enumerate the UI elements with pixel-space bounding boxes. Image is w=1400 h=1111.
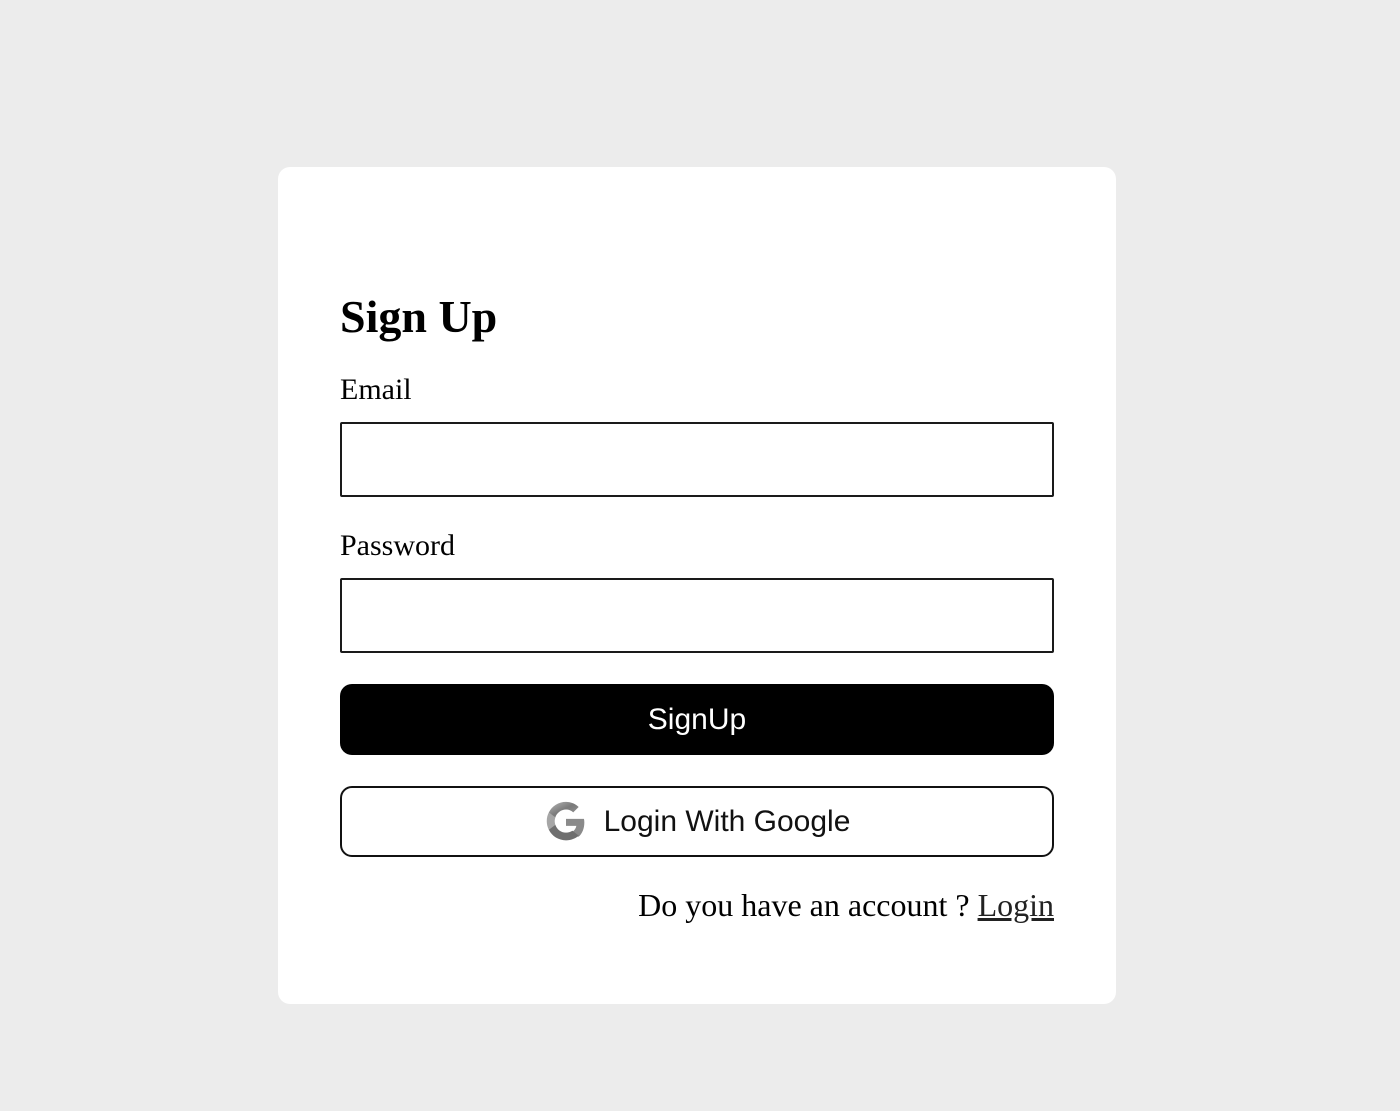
email-field[interactable] xyxy=(340,422,1054,497)
login-link[interactable]: Login xyxy=(978,887,1054,923)
signup-card: Sign Up Email Password SignUp Login With… xyxy=(278,167,1116,1004)
page-title: Sign Up xyxy=(340,291,498,342)
password-label: Password xyxy=(340,529,456,562)
signup-button[interactable]: SignUp xyxy=(340,684,1054,755)
google-logo-icon xyxy=(544,800,588,844)
login-prompt: Do you have an account ? Login xyxy=(638,883,1054,927)
email-label: Email xyxy=(340,373,412,406)
account-prompt-text: Do you have an account ? xyxy=(638,887,970,923)
login-with-google-button[interactable]: Login With Google xyxy=(340,786,1054,857)
login-with-google-label: Login With Google xyxy=(603,804,851,838)
password-field[interactable] xyxy=(340,578,1054,653)
